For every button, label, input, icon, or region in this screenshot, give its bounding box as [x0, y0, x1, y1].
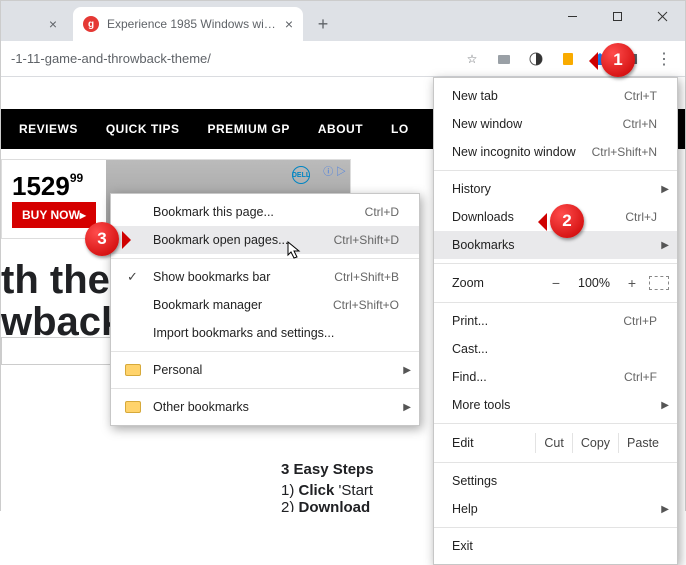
- fullscreen-icon[interactable]: [649, 276, 669, 290]
- extension-icon[interactable]: [495, 50, 513, 68]
- minimize-button[interactable]: [550, 1, 595, 31]
- menu-bookmark-manager[interactable]: Bookmark managerCtrl+Shift+O: [111, 291, 419, 319]
- zoom-in-button[interactable]: +: [619, 275, 645, 291]
- new-tab-button[interactable]: +: [309, 10, 337, 38]
- tab-active[interactable]: g Experience 1985 Windows with t ×: [73, 7, 303, 41]
- menu-separator: [434, 263, 677, 264]
- dell-logo-icon: DELL: [292, 166, 310, 184]
- zoom-value: 100%: [573, 276, 615, 290]
- chrome-main-menu: New tabCtrl+T New windowCtrl+N New incog…: [433, 77, 678, 565]
- adchoices-icon[interactable]: ⓘ ▷: [323, 163, 346, 178]
- nav-item[interactable]: LO: [391, 122, 409, 136]
- address-bar[interactable]: -1-11-game-and-throwback-theme/: [11, 51, 463, 66]
- menu-separator: [111, 351, 419, 352]
- menu-incognito[interactable]: New incognito windowCtrl+Shift+N: [434, 138, 677, 166]
- step-line: 2) Download: [281, 499, 374, 512]
- cursor-icon: [287, 241, 305, 261]
- buy-now-button[interactable]: BUY NOW ▸: [12, 202, 96, 228]
- chevron-right-icon: ▶: [403, 365, 411, 376]
- folder-icon: [125, 401, 141, 413]
- menu-print[interactable]: Print...Ctrl+P: [434, 307, 677, 335]
- folder-icon: [125, 364, 141, 376]
- annotation-hint-2: 2: [550, 204, 584, 238]
- menu-new-tab[interactable]: New tabCtrl+T: [434, 82, 677, 110]
- edit-label: Edit: [452, 436, 535, 450]
- menu-help[interactable]: Help▶: [434, 495, 677, 523]
- menu-settings[interactable]: Settings: [434, 467, 677, 495]
- menu-zoom: Zoom − 100% +: [434, 268, 677, 298]
- extension-icon[interactable]: [527, 50, 545, 68]
- bookmarks-submenu: Bookmark this page...Ctrl+D Bookmark ope…: [110, 193, 420, 426]
- maximize-button[interactable]: [595, 1, 640, 31]
- menu-separator: [434, 423, 677, 424]
- zoom-out-button[interactable]: −: [543, 275, 569, 291]
- tab-title: Experience 1985 Windows with t: [107, 17, 279, 31]
- menu-new-window[interactable]: New windowCtrl+N: [434, 110, 677, 138]
- menu-bookmarks[interactable]: Bookmarks▶: [434, 231, 677, 259]
- zoom-label: Zoom: [452, 276, 539, 290]
- menu-separator: [111, 388, 419, 389]
- ad-price: 152999: [12, 171, 96, 202]
- step-line: 1) Click 'Start: [281, 482, 374, 499]
- chevron-right-icon: ▶: [661, 240, 669, 251]
- menu-folder-personal[interactable]: Personal▶: [111, 356, 419, 384]
- nav-item[interactable]: ABOUT: [318, 122, 363, 136]
- menu-show-bookmarks-bar[interactable]: ✓Show bookmarks barCtrl+Shift+B: [111, 263, 419, 291]
- chevron-right-icon: ▶: [661, 184, 669, 195]
- menu-history[interactable]: History▶: [434, 175, 677, 203]
- tab-strip: × g Experience 1985 Windows with t × +: [1, 1, 685, 41]
- copy-button[interactable]: Copy: [572, 433, 618, 453]
- nav-item[interactable]: PREMIUM GP: [208, 122, 290, 136]
- close-window-button[interactable]: [640, 1, 685, 31]
- annotation-hint-3: 3: [85, 222, 119, 256]
- menu-separator: [434, 170, 677, 171]
- check-icon: ✓: [127, 269, 138, 285]
- menu-find[interactable]: Find...Ctrl+F: [434, 363, 677, 391]
- star-icon[interactable]: ☆: [463, 50, 481, 68]
- nav-item[interactable]: QUICK TIPS: [106, 122, 180, 136]
- menu-separator: [434, 527, 677, 528]
- paste-button[interactable]: Paste: [618, 433, 667, 453]
- menu-bookmark-this-page[interactable]: Bookmark this page...Ctrl+D: [111, 198, 419, 226]
- cut-button[interactable]: Cut: [535, 433, 571, 453]
- menu-bookmark-open-pages[interactable]: Bookmark open pages...Ctrl+Shift+D: [111, 226, 419, 254]
- chevron-right-icon: ▶: [403, 402, 411, 413]
- menu-cast[interactable]: Cast...: [434, 335, 677, 363]
- chevron-right-icon: ▶: [661, 504, 669, 515]
- menu-separator: [434, 462, 677, 463]
- chrome-menu-button[interactable]: ⋮: [649, 44, 679, 74]
- menu-edit-row: Edit Cut Copy Paste: [434, 428, 677, 458]
- chevron-right-icon: ▶: [661, 400, 669, 411]
- menu-folder-other[interactable]: Other bookmarks▶: [111, 393, 419, 421]
- menu-import-bookmarks[interactable]: Import bookmarks and settings...: [111, 319, 419, 347]
- menu-separator: [111, 258, 419, 259]
- ad-steps: 3 Easy Steps 1) Click 'Start 2) Download…: [281, 461, 374, 512]
- favicon-icon: g: [83, 16, 99, 32]
- extension-icon[interactable]: [559, 50, 577, 68]
- menu-separator: [434, 302, 677, 303]
- menu-more-tools[interactable]: More tools▶: [434, 391, 677, 419]
- steps-heading: 3 Easy Steps: [281, 461, 374, 478]
- close-icon[interactable]: ×: [285, 16, 293, 32]
- close-icon[interactable]: ×: [49, 16, 57, 32]
- nav-item[interactable]: REVIEWS: [19, 122, 78, 136]
- window-controls: [550, 1, 685, 31]
- annotation-hint-1: 1: [601, 43, 635, 77]
- menu-exit[interactable]: Exit: [434, 532, 677, 560]
- tab-inactive[interactable]: ×: [7, 7, 67, 41]
